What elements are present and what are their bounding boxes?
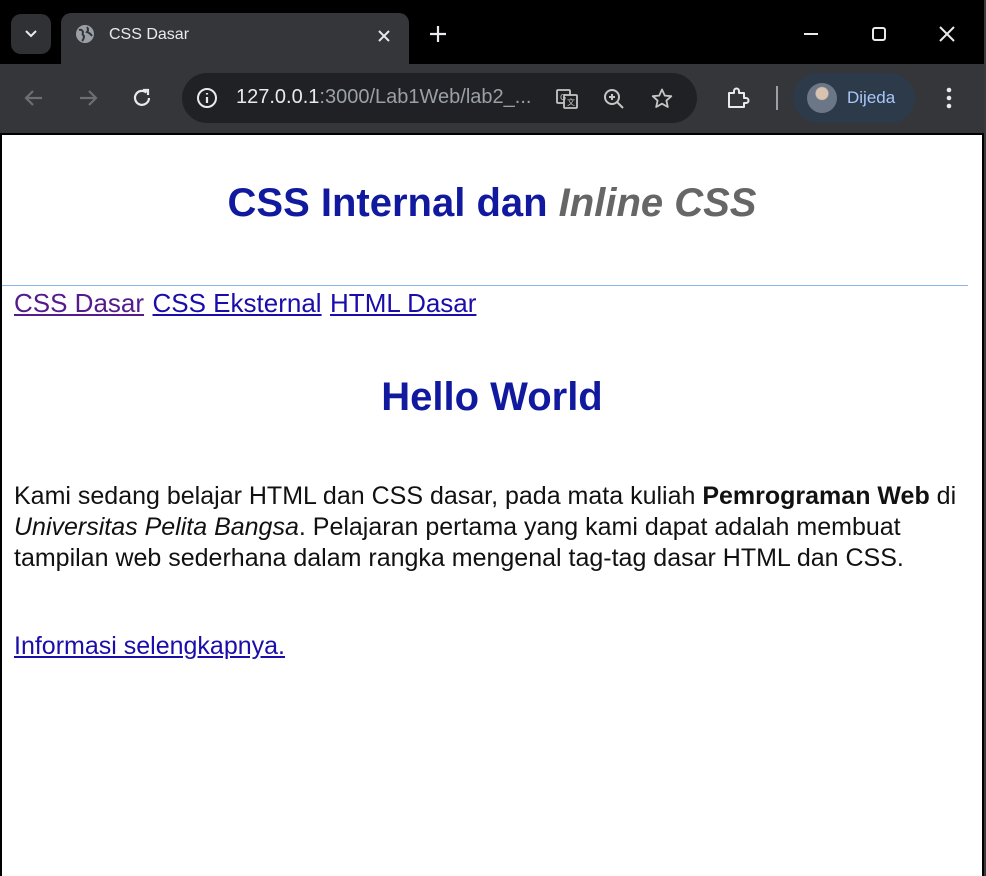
title-inline: Inline CSS [558,181,757,225]
tab-strip: CSS Dasar [0,0,984,64]
nav-link-html-dasar[interactable]: HTML Dasar [330,288,476,318]
url-rest: :3000/Lab1Web/lab2_... [319,86,532,108]
para-bold: Pemrograman Web [702,482,930,510]
close-tab-icon[interactable] [373,25,395,47]
title-normal: CSS Internal dan [227,181,559,225]
profile-name: Dijeda [847,88,896,107]
para-text-2: di [929,482,957,510]
section-heading: Hello World [381,375,603,419]
bookmark-star-icon[interactable] [649,86,675,112]
avatar [807,83,837,113]
page-content: CSS Internal dan Inline CSS CSS Dasar CS… [2,135,982,876]
url-host: 127.0.0.1 [236,86,320,108]
forward-icon[interactable] [74,84,102,112]
globe-icon [76,25,94,43]
chevron-down-icon [25,30,37,38]
translate-icon[interactable]: G文 [554,86,580,112]
extensions-icon[interactable] [724,84,752,112]
close-window-icon[interactable] [935,22,959,46]
zoom-icon[interactable] [601,86,627,112]
more-info-link[interactable]: Informasi selengkapnya. [14,632,285,661]
nav-link-css-dasar[interactable]: CSS Dasar [14,288,144,318]
back-icon[interactable] [20,84,48,112]
toolbar: 127.0.0.1:3000/Lab1Web/lab2_... G文 Dijed… [0,64,984,133]
reload-icon[interactable] [128,84,156,112]
address-bar[interactable]: 127.0.0.1:3000/Lab1Web/lab2_... G文 [182,73,697,123]
svg-text:文: 文 [567,97,575,107]
toolbar-separator [776,86,778,110]
maximize-icon[interactable] [867,22,891,46]
address-url: 127.0.0.1:3000/Lab1Web/lab2_... [236,86,531,109]
more-menu-icon[interactable] [935,84,963,112]
svg-text:G: G [560,93,566,102]
nav-menu: CSS Dasar CSS Eksternal HTML Dasar [2,285,968,319]
site-info-icon[interactable] [194,85,220,111]
para-italic: Universitas Pelita Bangsa [14,513,299,541]
browser-window: CSS Dasar 127.0.0.1:3000/Lab1Web/lab2_..… [0,0,986,876]
para-text-1: Kami sedang belajar HTML dan CSS dasar, … [14,482,703,510]
tab-title: CSS Dasar [109,26,190,43]
page-title: CSS Internal dan Inline CSS [2,181,982,226]
intro-paragraph: Kami sedang belajar HTML dan CSS dasar, … [14,481,964,574]
tab-search-button[interactable] [11,14,51,54]
nav-link-css-eksternal[interactable]: CSS Eksternal [153,288,322,318]
minimize-icon[interactable] [799,22,823,46]
tab-css-dasar[interactable]: CSS Dasar [61,13,409,64]
new-tab-icon[interactable] [426,22,450,46]
profile-button[interactable]: Dijeda [793,73,915,123]
